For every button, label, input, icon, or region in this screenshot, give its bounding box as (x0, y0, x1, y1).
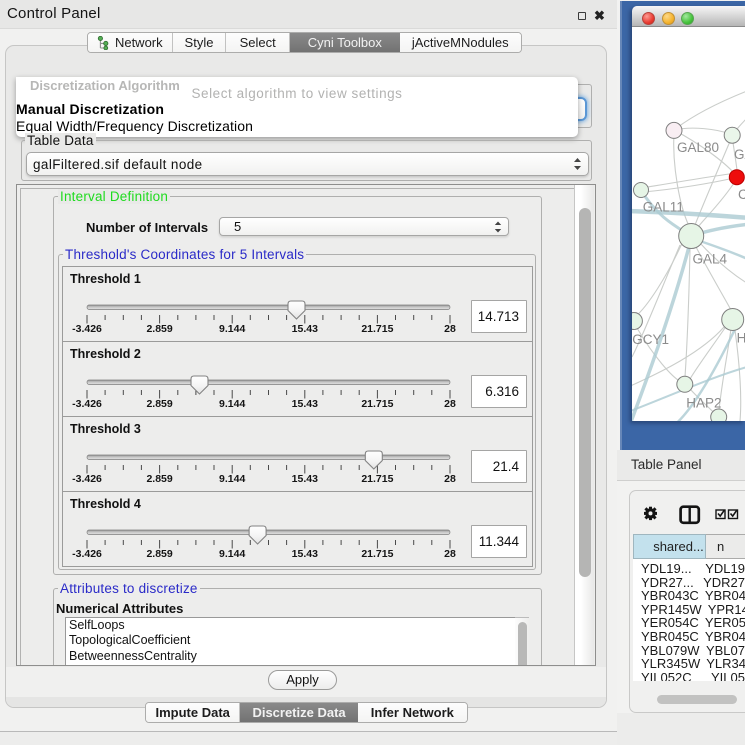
svg-text:GAL80: GAL80 (677, 140, 719, 155)
svg-text:GA: GA (734, 147, 745, 162)
svg-text:C: C (738, 187, 745, 202)
svg-text:HAP2: HAP2 (686, 396, 721, 411)
svg-text:GAL11: GAL11 (643, 200, 684, 215)
svg-text:GAL4: GAL4 (693, 252, 728, 267)
svg-text:GCY1: GCY1 (632, 332, 669, 347)
svg-text:H: H (737, 331, 745, 346)
